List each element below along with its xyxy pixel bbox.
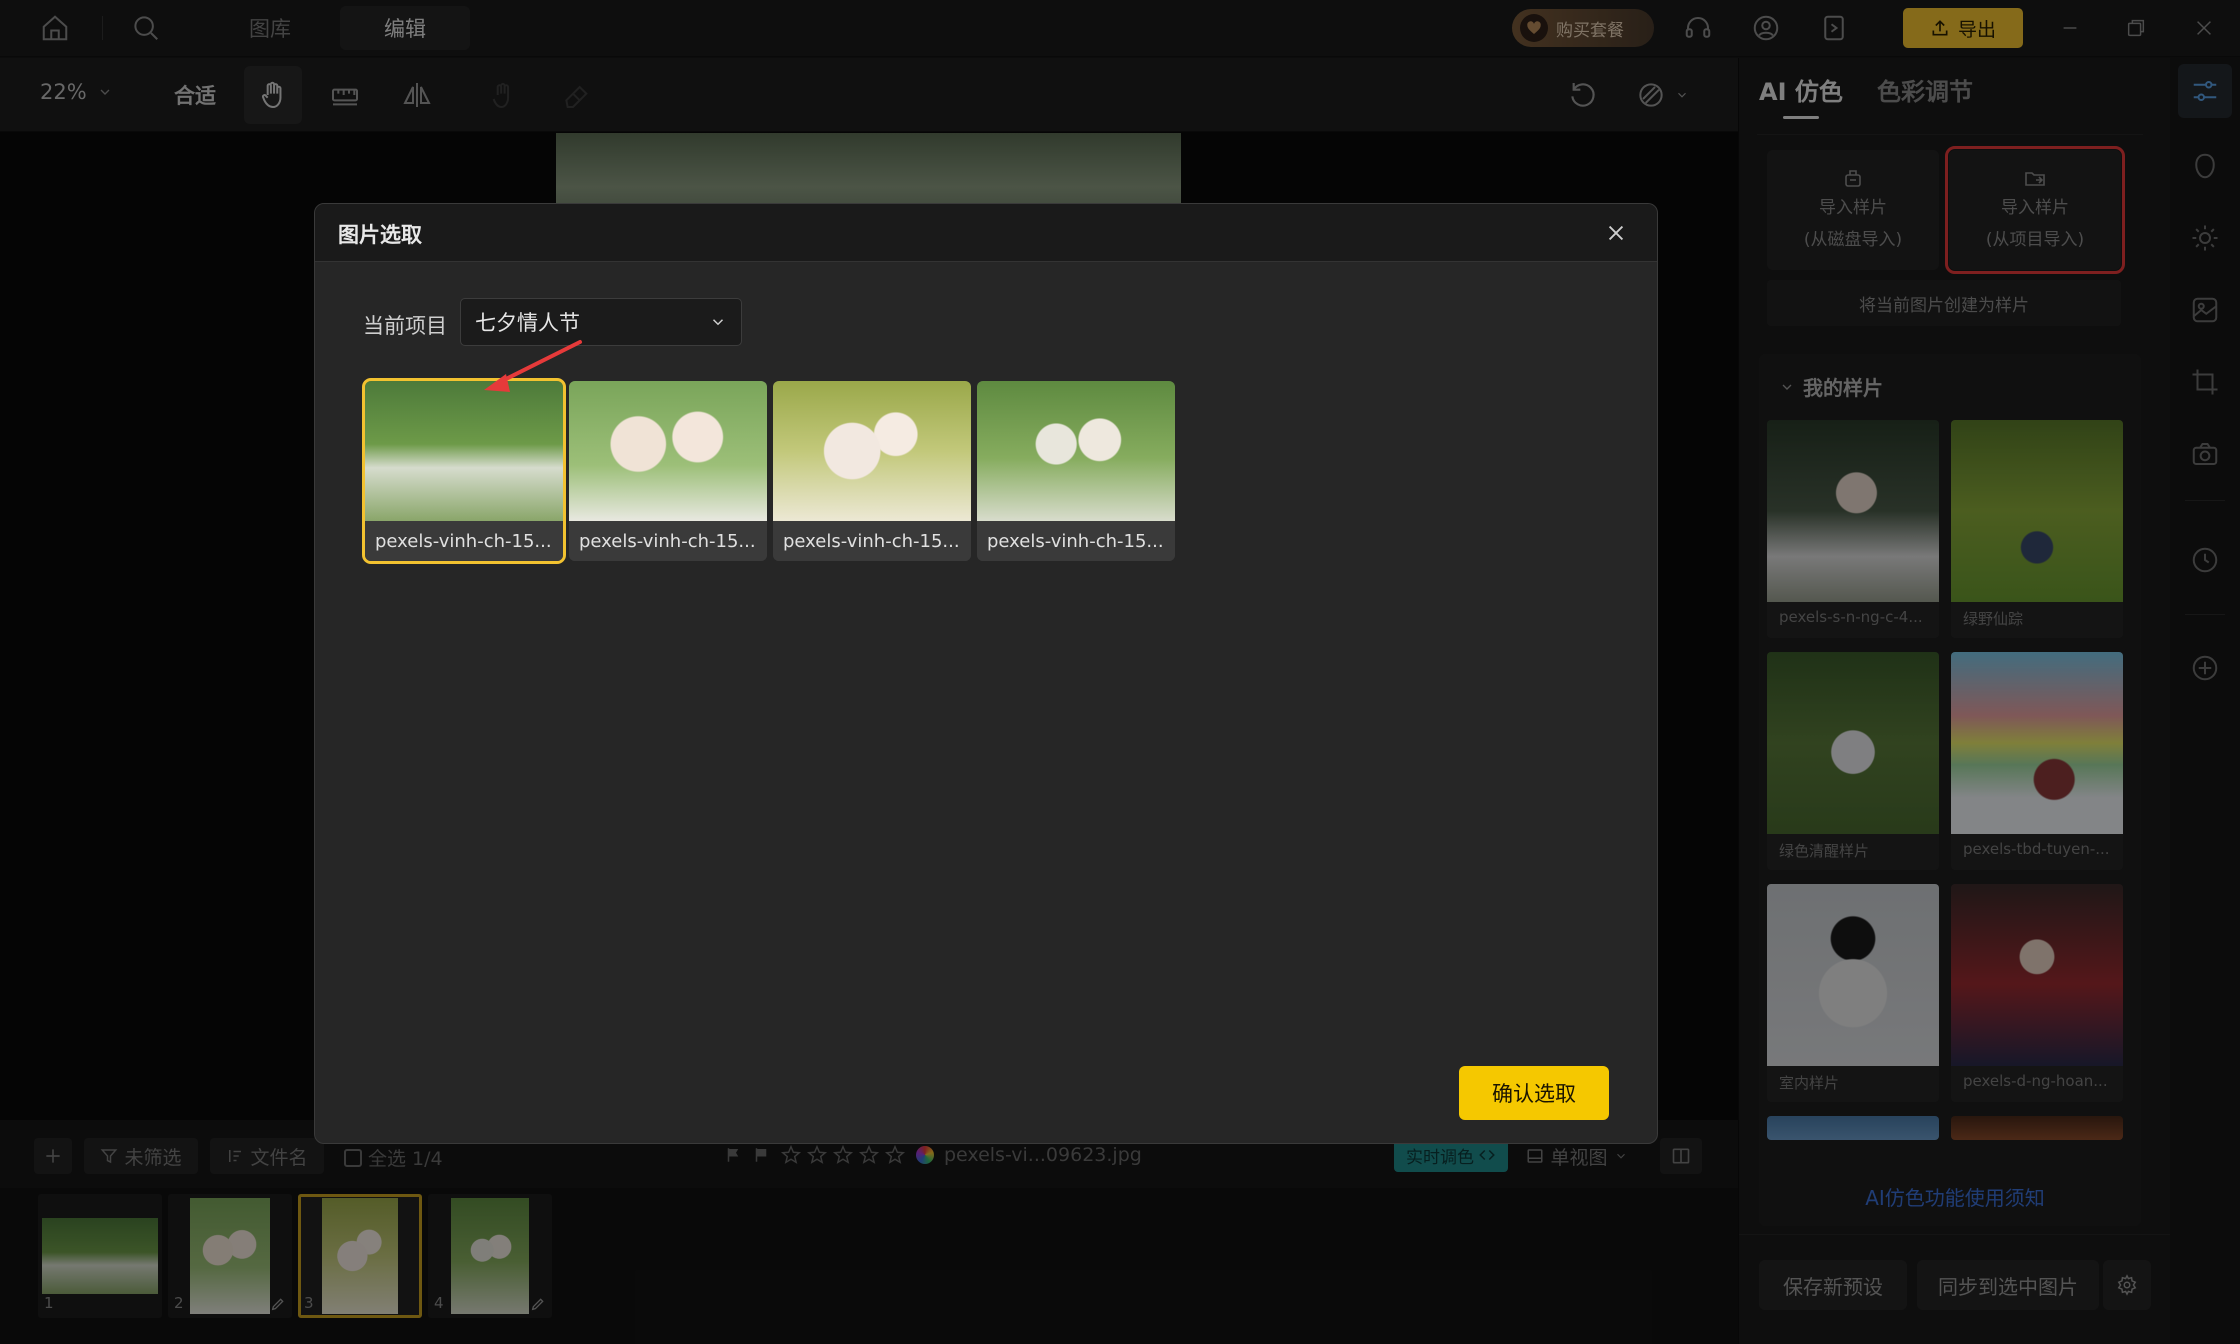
option-image	[569, 381, 767, 521]
annotation-arrow-icon	[480, 338, 590, 398]
image-option[interactable]: pexels-vinh-ch-15...	[569, 381, 767, 561]
dialog-header: 图片选取	[315, 204, 1657, 262]
option-image	[365, 381, 563, 521]
image-option-selected[interactable]: pexels-vinh-ch-15...	[362, 378, 566, 564]
close-icon[interactable]	[1599, 216, 1633, 250]
option-image	[773, 381, 971, 521]
dialog-title: 图片选取	[338, 223, 422, 247]
confirm-select-button[interactable]: 确认选取	[1459, 1066, 1609, 1120]
image-option[interactable]: pexels-vinh-ch-15...	[773, 381, 971, 561]
image-option[interactable]: pexels-vinh-ch-15...	[977, 381, 1175, 561]
project-label: 当前项目	[363, 314, 447, 338]
chevron-down-icon	[709, 313, 727, 331]
option-image	[977, 381, 1175, 521]
